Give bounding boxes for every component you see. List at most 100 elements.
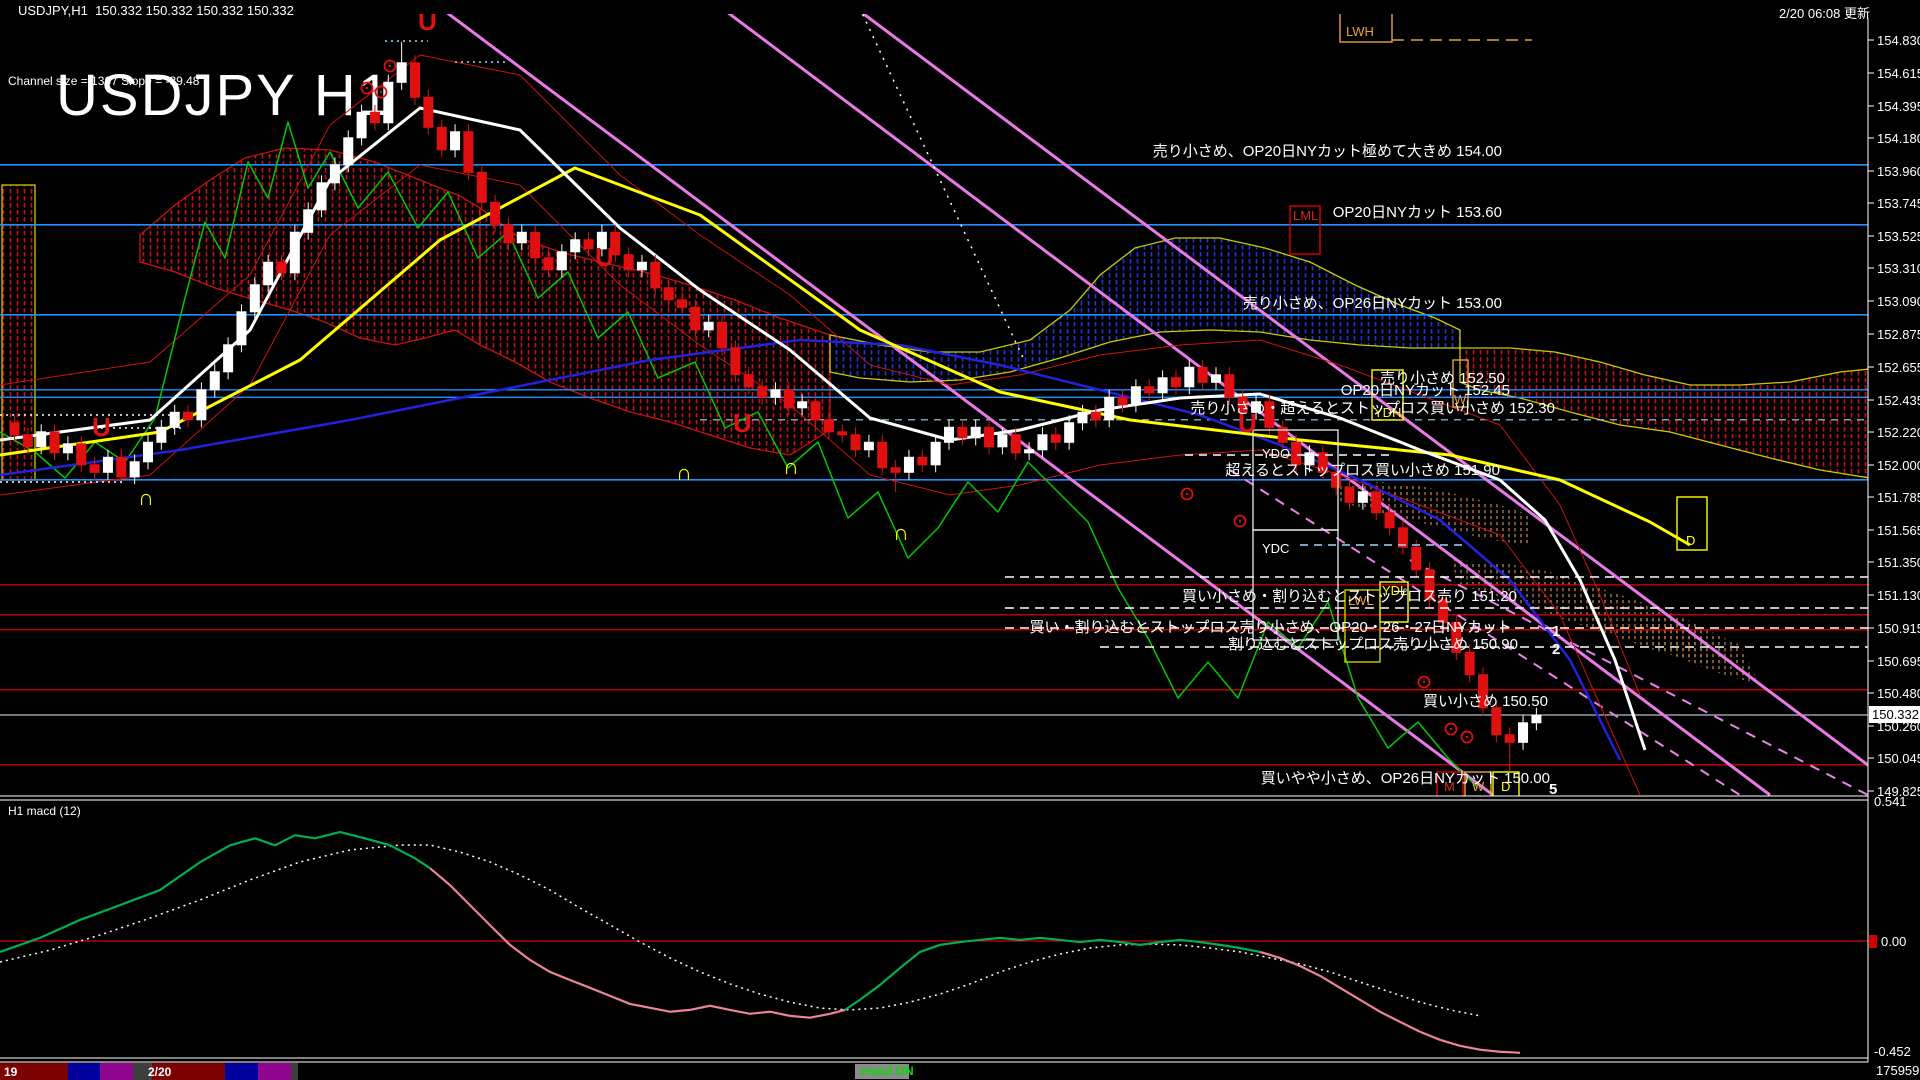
order-annotation: 割り込むとストップロス売り小さめ 150.90 xyxy=(1228,636,1518,653)
signal-ring-dot xyxy=(1465,735,1469,739)
buy-arrow-icon: ∩ xyxy=(783,454,799,479)
candle-bull xyxy=(316,182,327,211)
candle-bull xyxy=(263,261,274,286)
candle-bull xyxy=(329,164,340,184)
time-axis-bar: 19 2/20 macd ON xyxy=(0,1063,914,1080)
candle-bull xyxy=(1037,434,1048,451)
candle-bear xyxy=(463,131,474,173)
signal-ring-dot xyxy=(388,64,392,68)
axis-price-label: 154.830 xyxy=(1877,33,1920,48)
candle-bull xyxy=(970,426,981,439)
session-segment xyxy=(68,1063,100,1080)
candle-bull xyxy=(1531,714,1542,724)
candle-bear xyxy=(1464,651,1475,676)
time-bar-label: 19 xyxy=(4,1065,18,1079)
candle-bear xyxy=(503,224,514,244)
axis-price-label: 150.045 xyxy=(1877,751,1920,766)
candle-bear xyxy=(369,111,380,124)
candle-bull xyxy=(903,456,914,473)
order-annotation: 買い・割り込むとストップロス売り小さめ、OP20・26・27日NYカット xyxy=(1029,619,1512,636)
candle-bull xyxy=(516,231,527,244)
buy-arrow-icon: ∩ xyxy=(893,520,909,545)
candle-bull xyxy=(303,209,314,233)
candle-bear xyxy=(623,254,634,271)
candle-bear xyxy=(757,386,768,398)
macd-main-line xyxy=(1259,950,1521,1054)
candle-bear xyxy=(1491,707,1502,736)
candle-bear xyxy=(89,464,100,473)
macd-main-line xyxy=(844,936,1261,1011)
axis-price-label: 150.480 xyxy=(1877,686,1920,701)
candle-bull xyxy=(1024,449,1035,454)
session-segment xyxy=(291,1063,298,1080)
signal-ring-dot xyxy=(1185,492,1189,496)
order-annotation: OP20日NYカット 152.45 xyxy=(1341,382,1510,399)
session-segment xyxy=(100,1063,133,1080)
candle-bear xyxy=(837,431,848,436)
candle-bull xyxy=(343,137,354,166)
box-LWH-label: LWH xyxy=(1346,24,1374,39)
axis-price-label: 151.565 xyxy=(1877,523,1920,538)
axis-price-label: 154.180 xyxy=(1877,131,1920,146)
order-annotation: OP20日NYカット 153.60 xyxy=(1333,204,1502,221)
axis-price-label: 150.695 xyxy=(1877,654,1920,669)
session-segment xyxy=(225,1063,258,1080)
box-YDO-label: YDO xyxy=(1262,446,1290,461)
candle-bear xyxy=(717,321,728,349)
signal-ring-dot xyxy=(1238,519,1242,523)
count-label: 2 xyxy=(1552,641,1560,658)
candle-bull xyxy=(1130,386,1141,406)
candle-bear xyxy=(783,389,794,409)
axis-price-label: 150.915 xyxy=(1877,621,1920,636)
candle-bull xyxy=(356,111,367,139)
trading-chart-screen: USDJPY,H1 150.332 150.332 150.332 150.33… xyxy=(0,0,1920,1080)
box-D-daily-label: D xyxy=(1686,533,1695,548)
axis-price-label: 154.615 xyxy=(1877,66,1920,81)
signal-ring-dot xyxy=(365,86,369,90)
chart-canvas[interactable]: LWHLMLYDHWYDOYDCDYDLLWLM W DUUUU U∩∩ ∩∩125売り… xyxy=(0,0,1920,1080)
candle-bear xyxy=(650,261,661,289)
candle-bear xyxy=(810,401,821,421)
candle-bear xyxy=(1371,491,1382,514)
current-price-label: 150.332 xyxy=(1872,707,1919,722)
order-annotation: 超えるとストップロス買い小さめ 151.90 xyxy=(1225,462,1500,479)
candle-bear xyxy=(1344,486,1355,503)
candle-bear xyxy=(1384,512,1395,529)
candle-bull xyxy=(636,261,647,271)
candle-bull xyxy=(863,441,874,451)
order-annotation: 売り小さめ、OP26日NYカット 153.00 xyxy=(1243,295,1502,312)
axis-price-label: 153.525 xyxy=(1877,229,1920,244)
candle-bull xyxy=(169,411,180,428)
sell-arrow-icon: U xyxy=(733,408,752,438)
candle-bear xyxy=(730,347,741,376)
candle-bear xyxy=(1411,546,1422,571)
signal-ring-dot xyxy=(379,90,383,94)
order-annotation: 買い小さめ・割り込むとストップロス売り 151.20 xyxy=(1182,588,1517,605)
sell-arrow-icon: U xyxy=(595,242,614,272)
candle-bear xyxy=(436,126,447,151)
macd-panel[interactable] xyxy=(0,830,1868,1054)
time-bar-label: 2/20 xyxy=(148,1065,172,1079)
candle-bull xyxy=(570,239,581,253)
candle-bear xyxy=(76,443,87,466)
candle-bear xyxy=(1117,396,1128,406)
sell-arrow-icon: U xyxy=(418,6,437,36)
order-annotation: 売り小さめ、OP20日NYカット極めて大きめ 154.00 xyxy=(1153,143,1502,160)
candle-bear xyxy=(490,201,501,226)
order-annotation: 売り小さめ・超えるとストップロス買い小さめ 152.30 xyxy=(1190,400,1555,417)
candle-bear xyxy=(1170,377,1181,388)
axis-price-label: 152.435 xyxy=(1877,393,1920,408)
candle-bear xyxy=(1144,386,1155,394)
candle-bull xyxy=(143,441,153,463)
candle-bull xyxy=(196,389,207,421)
axis-price-label: 152.000 xyxy=(1877,458,1920,473)
main-chart-panel[interactable]: LWHLMLYDHWYDOYDCDYDLLWLM W DUUUU U∩∩ ∩∩125売り… xyxy=(0,0,1920,798)
macd-main-line xyxy=(0,830,431,953)
signal-ring-dot xyxy=(1422,680,1426,684)
axis-price-label: 153.960 xyxy=(1877,164,1920,179)
candle-bear xyxy=(22,434,33,448)
box-YDC-label: YDC xyxy=(1262,541,1289,556)
candle-bear xyxy=(890,467,901,473)
candle-bull xyxy=(797,401,808,409)
candle-bear xyxy=(1090,411,1101,421)
